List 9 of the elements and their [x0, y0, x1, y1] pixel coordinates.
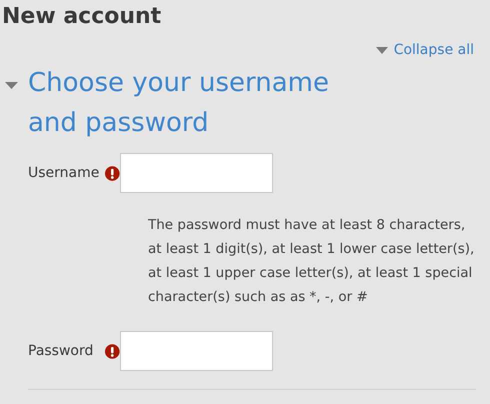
section-title[interactable]: Choose your username and password — [28, 63, 378, 143]
input-field[interactable] — [120, 153, 273, 193]
caret-icon — [376, 46, 388, 54]
field-label: Username — [28, 164, 100, 182]
help-text: The password must have at least 8 characters, at least 1 digit(s), at least 1 lower case letter(s), at least 1 upper case letter(s), at least 1 special character(s) such as as *, -, or # — [148, 216, 476, 307]
collapse-all-link[interactable]: Collapse all — [376, 40, 474, 61]
input-field[interactable] — [120, 331, 273, 371]
field-label: Password — [28, 342, 94, 360]
page-title: New account — [1, 3, 162, 31]
